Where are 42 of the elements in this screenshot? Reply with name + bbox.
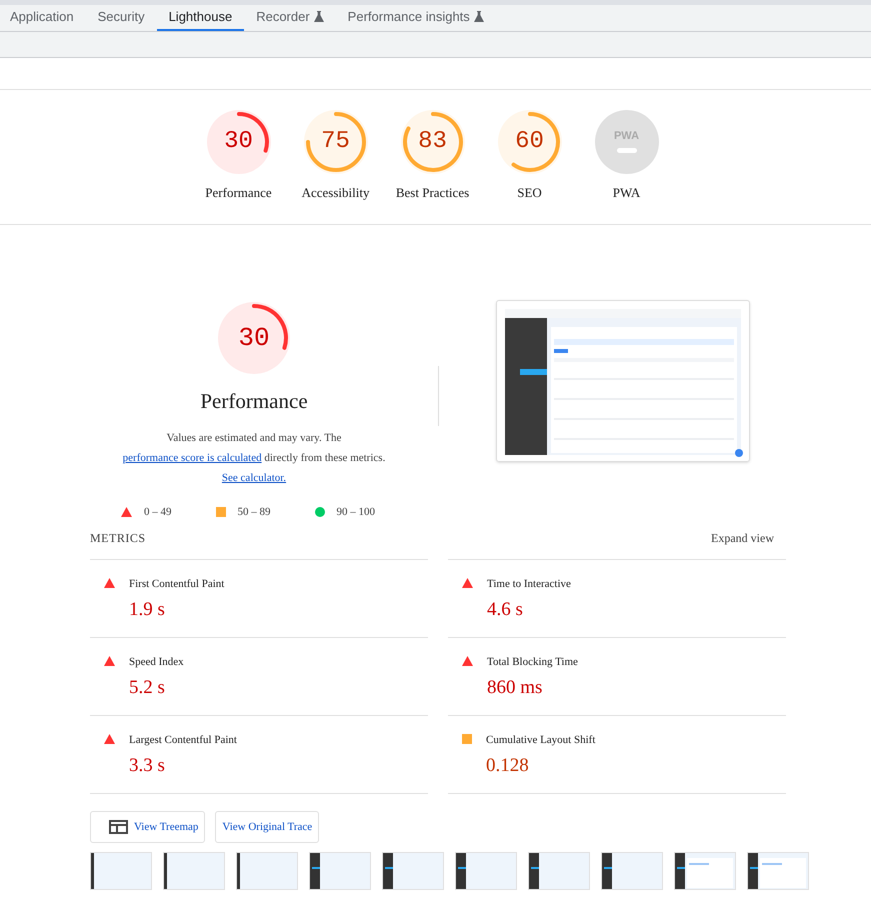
category-label[interactable]: Best Practices xyxy=(396,183,470,202)
category-label[interactable]: PWA xyxy=(612,183,640,202)
trace-button[interactable]: View Original Trace xyxy=(215,811,320,843)
metric-value: 4.6 s xyxy=(487,598,524,622)
metric-value: 3.3 s xyxy=(129,754,166,778)
category-title: Performance xyxy=(200,388,308,415)
flask-icon xyxy=(474,11,484,22)
metric-name: Largest Contentful Paint xyxy=(129,733,237,748)
dash-icon xyxy=(616,148,636,153)
legend-range: 90 – 100 xyxy=(336,504,375,520)
treemap-icon xyxy=(109,820,128,834)
panel-tab[interactable]: Recorder xyxy=(244,4,336,31)
legend-range: 50 – 89 xyxy=(238,504,270,520)
gauge-arc xyxy=(511,112,560,172)
metric-value: 5.2 s xyxy=(129,676,166,700)
score-value: 30 xyxy=(224,130,253,154)
panel-tab[interactable]: Security xyxy=(86,4,157,31)
metric-name: First Contentful Paint xyxy=(129,577,224,592)
metric-value: 0.128 xyxy=(486,754,530,778)
metric-value: 1.9 s xyxy=(129,598,166,622)
score-value: 75 xyxy=(321,130,350,154)
metric-value: 860 ms xyxy=(487,676,544,700)
metric-name: Time to Interactive xyxy=(487,577,571,592)
expand-view-toggle[interactable]: Expand view xyxy=(711,529,786,547)
metric-name: Speed Index xyxy=(129,655,184,670)
category-label[interactable]: Performance xyxy=(205,183,272,202)
section-heading: METRICS xyxy=(90,530,146,547)
flask-icon xyxy=(314,11,324,22)
legend-range: 0 – 49 xyxy=(144,504,172,520)
panel-tab[interactable]: Performance insights xyxy=(336,4,496,31)
metric-name: Cumulative Layout Shift xyxy=(486,733,596,748)
description-text: Values are estimated and may vary. The performance score is calculated directly from these metrics. See calculator. xyxy=(122,430,386,486)
panel-tab[interactable]: Application xyxy=(0,4,86,31)
help-link[interactable]: See calculator. xyxy=(222,472,286,484)
score-value: 83 xyxy=(418,130,447,154)
help-link[interactable]: performance score is calculated xyxy=(122,452,262,464)
treemap-button[interactable]: View Treemap xyxy=(90,811,206,843)
metric-name: Total Blocking Time xyxy=(487,655,578,670)
category-label[interactable]: SEO xyxy=(517,183,542,202)
category-label[interactable]: Accessibility xyxy=(302,183,370,202)
score-value: 30 xyxy=(238,325,270,351)
score-value: 60 xyxy=(515,130,544,154)
